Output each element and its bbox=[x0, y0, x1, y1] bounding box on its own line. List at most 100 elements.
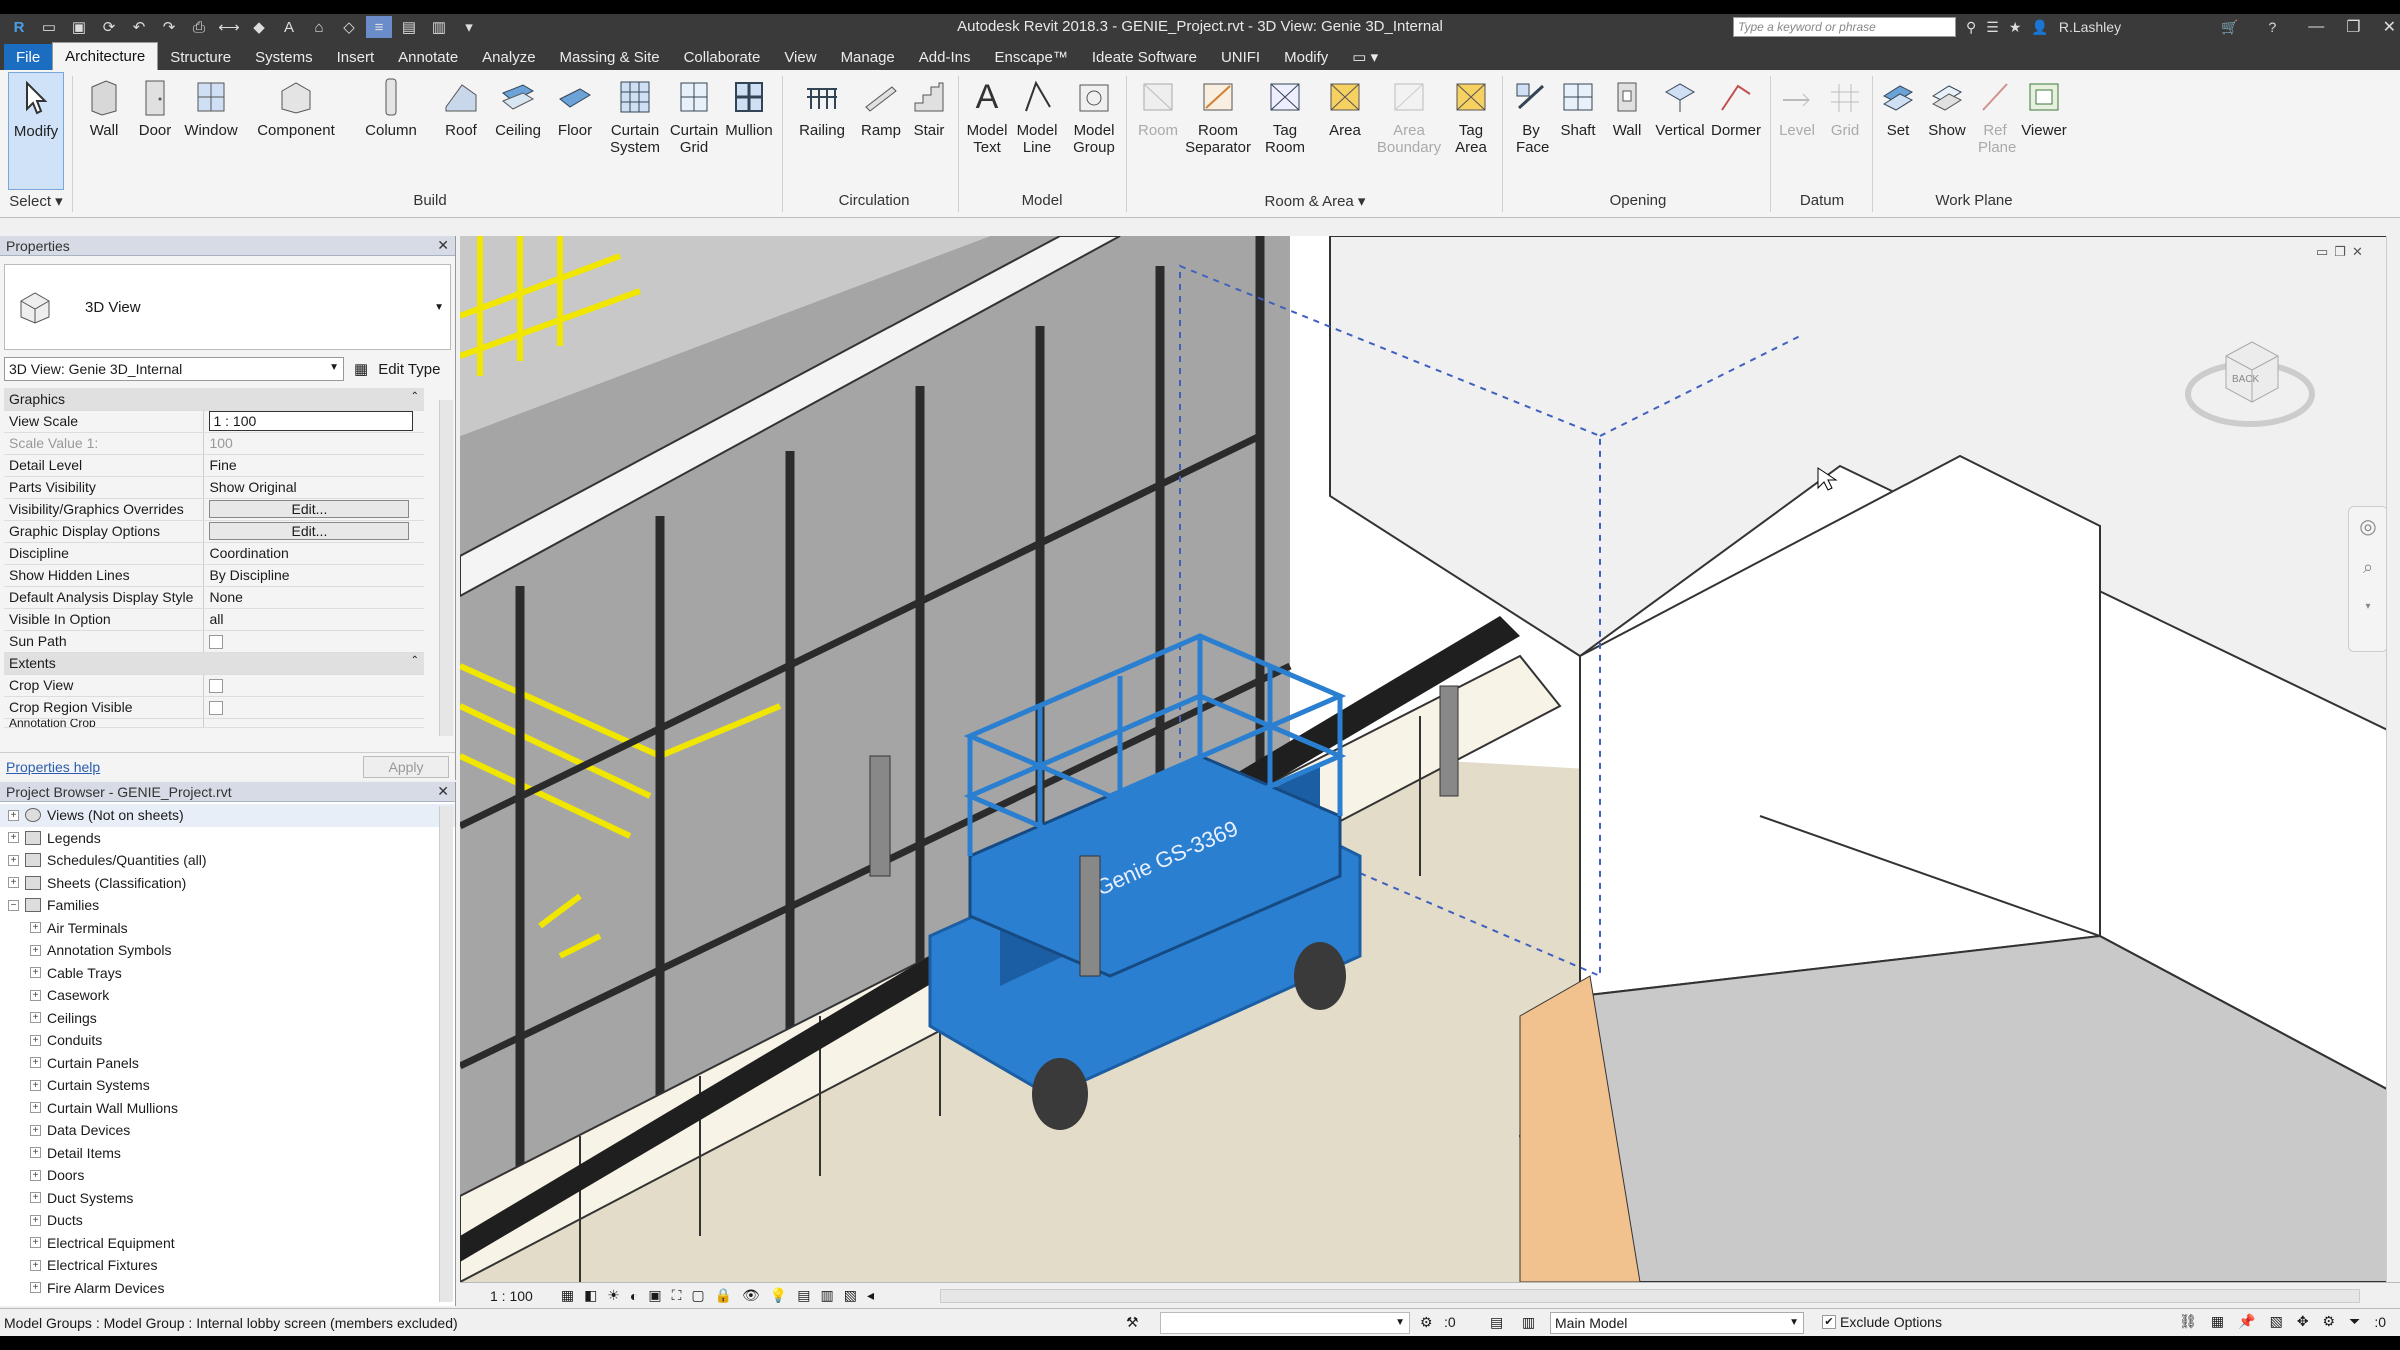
type-selector[interactable]: 3D View ▼ bbox=[4, 264, 451, 350]
tree-item-family[interactable]: + Electrical Equipment bbox=[0, 1232, 455, 1255]
redo-icon[interactable]: ↷ bbox=[156, 16, 182, 38]
component-button[interactable]: Component bbox=[250, 72, 342, 190]
by-face-button[interactable]: By Face bbox=[1508, 72, 1554, 190]
thin-lines-icon[interactable]: ≡ bbox=[366, 16, 392, 38]
tree-item-families[interactable]: − Families bbox=[0, 894, 455, 917]
tree-item-family[interactable]: + Curtain Panels bbox=[0, 1052, 455, 1075]
property-value[interactable]: Show Original bbox=[203, 476, 424, 499]
tree-item-family[interactable]: + Data Devices bbox=[0, 1119, 455, 1142]
text-icon[interactable]: A bbox=[276, 16, 302, 38]
tree-item-family[interactable]: + Duct Systems bbox=[0, 1187, 455, 1210]
expand-icon[interactable]: + bbox=[30, 989, 41, 1001]
room-separator-button[interactable]: Room Separator bbox=[1182, 72, 1254, 190]
tab-add-ins[interactable]: Add-Ins bbox=[907, 44, 983, 70]
ref-plane-button[interactable]: Ref Plane bbox=[1972, 72, 2018, 190]
viewport-horizontal-scrollbar[interactable] bbox=[940, 1289, 2360, 1303]
3d-view-icon[interactable]: ⌂ bbox=[306, 16, 332, 38]
communication-icon[interactable]: ☰ bbox=[1986, 19, 1999, 36]
curtain-grid-button[interactable]: Curtain Grid bbox=[664, 72, 724, 190]
tree-item-family[interactable]: + Fire Alarm Devices bbox=[0, 1277, 455, 1300]
panel-toggle-icon[interactable]: ▭ ▾ bbox=[1340, 44, 1390, 70]
active-workset-dropdown[interactable]: ▼ bbox=[1160, 1312, 1410, 1334]
nav-menu-icon[interactable]: ▾ bbox=[2349, 587, 2387, 627]
tree-item-family[interactable]: + Detail Items bbox=[0, 1142, 455, 1165]
zoom-icon[interactable]: ⌕ bbox=[2349, 547, 2387, 587]
temporary-hide-icon[interactable]: 👁 bbox=[742, 1287, 760, 1304]
tab-annotate[interactable]: Annotate bbox=[386, 44, 470, 70]
door-button[interactable]: Door bbox=[132, 72, 178, 190]
crop-view-checkbox[interactable] bbox=[209, 679, 224, 694]
select-group-label[interactable]: Select ▾ bbox=[6, 192, 66, 210]
tree-item-family[interactable]: + Ceilings bbox=[0, 1007, 455, 1030]
model-view[interactable]: Genie GS-3369 bbox=[460, 236, 2400, 1282]
minimize-icon[interactable]: — bbox=[2308, 18, 2324, 36]
tab-modify[interactable]: Modify bbox=[1272, 44, 1340, 70]
open-icon[interactable]: ▭ bbox=[36, 16, 62, 38]
show-crop-icon[interactable]: ▢ bbox=[691, 1287, 704, 1304]
sun-path-icon[interactable]: ☀ bbox=[607, 1287, 620, 1304]
expand-icon[interactable]: + bbox=[30, 1259, 41, 1271]
viewport-vertical-scrollbar[interactable] bbox=[2386, 236, 2400, 1282]
section-graphics[interactable]: Graphics ⌃ bbox=[4, 388, 424, 411]
close-icon[interactable]: ✕ bbox=[437, 783, 449, 800]
collapse-icon[interactable]: − bbox=[8, 899, 19, 911]
tab-enscape[interactable]: Enscape™ bbox=[982, 44, 1079, 70]
ramp-button[interactable]: Ramp bbox=[856, 72, 906, 190]
minimize-icon[interactable]: ▭ bbox=[2316, 244, 2328, 260]
tree-item-legends[interactable]: + Legends bbox=[0, 827, 455, 850]
model-text-button[interactable]: A Model Text bbox=[962, 72, 1012, 190]
filter-icon[interactable]: ⏷ bbox=[2349, 1313, 2360, 1330]
room-button[interactable]: Room bbox=[1130, 72, 1186, 190]
drag-elements-icon[interactable]: ✥ bbox=[2297, 1313, 2309, 1330]
dormer-button[interactable]: Dormer bbox=[1706, 72, 1766, 190]
property-value[interactable]: Fine bbox=[203, 454, 424, 477]
tree-item-family[interactable]: + Curtain Wall Mullions bbox=[0, 1097, 455, 1120]
steering-wheel-icon[interactable]: ◎ bbox=[2349, 507, 2387, 547]
maximize-icon[interactable]: ❐ bbox=[2346, 17, 2360, 37]
set-button[interactable]: Set bbox=[1876, 72, 1920, 190]
modify-button[interactable]: Modify bbox=[8, 72, 64, 190]
expand-icon[interactable]: + bbox=[30, 1169, 41, 1181]
worksharing-display-icon[interactable]: ▤ bbox=[797, 1287, 810, 1304]
property-value[interactable]: all bbox=[203, 608, 424, 631]
print-icon[interactable]: ⎙ bbox=[186, 16, 212, 38]
tree-item-family[interactable]: + Annotation Symbols bbox=[0, 939, 455, 962]
expand-icon[interactable]: + bbox=[30, 1192, 41, 1204]
visual-style-icon[interactable]: ◧ bbox=[584, 1287, 597, 1304]
tag-room-button[interactable]: Tag Room bbox=[1258, 72, 1312, 190]
reveal-hidden-icon[interactable]: 💡 bbox=[770, 1287, 787, 1304]
tree-item-family[interactable]: + Cable Trays bbox=[0, 962, 455, 985]
tab-insert[interactable]: Insert bbox=[325, 44, 387, 70]
tag-icon[interactable]: ◆ bbox=[246, 16, 272, 38]
tab-analyze[interactable]: Analyze bbox=[470, 44, 547, 70]
3d-viewport[interactable]: Genie GS-3369 BACK ◎ ⌕ ▾ ▭ ❐ ✕ bbox=[460, 236, 2400, 1282]
opening-wall-button[interactable]: Wall bbox=[1604, 72, 1650, 190]
show-button[interactable]: Show bbox=[1922, 72, 1972, 190]
crop-view-icon[interactable]: ⛶ bbox=[672, 1287, 682, 1304]
view-scale-input[interactable]: 1 : 100 bbox=[209, 411, 414, 431]
expand-icon[interactable]: + bbox=[30, 1057, 41, 1069]
tree-item-schedules[interactable]: + Schedules/Quantities (all) bbox=[0, 849, 455, 872]
worksets-icon[interactable]: ⚒ bbox=[1126, 1314, 1139, 1331]
area-boundary-button[interactable]: Area Boundary bbox=[1374, 72, 1444, 190]
tab-structure[interactable]: Structure bbox=[158, 44, 243, 70]
tree-item-family[interactable]: + Ducts bbox=[0, 1209, 455, 1232]
expand-icon[interactable]: + bbox=[30, 1012, 41, 1024]
expand-icon[interactable]: + bbox=[30, 1102, 41, 1114]
expand-icon[interactable]: + bbox=[30, 1079, 41, 1091]
collapse-icon[interactable]: ⌃ bbox=[411, 655, 419, 666]
help-icon[interactable]: ? bbox=[2269, 19, 2277, 35]
crop-region-visible-checkbox[interactable] bbox=[209, 701, 224, 716]
column-button[interactable]: Column bbox=[360, 72, 422, 190]
design-options-icon-2[interactable]: ▥ bbox=[1522, 1314, 1535, 1331]
restore-icon[interactable]: ❐ bbox=[2334, 244, 2346, 260]
viewer-button[interactable]: Viewer bbox=[2016, 72, 2072, 190]
search-input[interactable]: Type a keyword or phrase bbox=[1733, 17, 1956, 37]
select-links-icon[interactable]: ⛓ bbox=[2179, 1313, 2197, 1330]
tab-file[interactable]: File bbox=[4, 44, 53, 70]
property-value[interactable]: Coordination bbox=[203, 542, 424, 565]
editable-only-icon[interactable]: ⚙ bbox=[1420, 1314, 1433, 1331]
close-icon[interactable]: ✕ bbox=[437, 237, 449, 254]
expand-icon[interactable]: + bbox=[30, 922, 41, 934]
user-name[interactable]: R.Lashley bbox=[2059, 19, 2121, 35]
